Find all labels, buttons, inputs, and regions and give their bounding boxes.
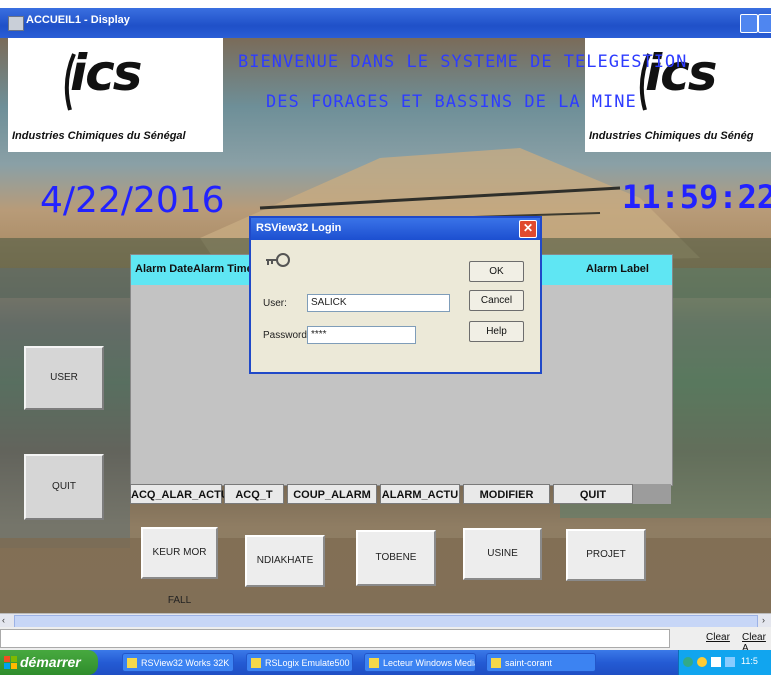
- start-label: démarrer: [20, 654, 81, 670]
- rslogix-icon: [251, 658, 261, 668]
- tray-clock: 11:5: [741, 656, 758, 666]
- user-label: User:: [263, 298, 287, 309]
- system-tray: 11:5: [678, 650, 771, 675]
- usine-button[interactable]: USINE: [463, 528, 542, 580]
- scroll-left-icon[interactable]: ‹: [2, 615, 5, 625]
- coup-alarm-button[interactable]: COUP_ALARM: [287, 484, 377, 504]
- task-saint-corant[interactable]: saint-corant: [486, 653, 596, 672]
- quit-button[interactable]: QUIT: [24, 454, 104, 520]
- alarm-label-column[interactable]: Alarm Label: [586, 263, 649, 275]
- start-button[interactable]: démarrer: [0, 650, 98, 675]
- task-label: saint-corant: [505, 658, 553, 668]
- password-field[interactable]: ****: [307, 326, 416, 344]
- password-label: Password:: [263, 330, 310, 341]
- login-dialog-titlebar[interactable]: RSView32 Login ✕: [251, 218, 540, 240]
- ok-button[interactable]: OK: [469, 261, 524, 282]
- task-windows-media[interactable]: Lecteur Windows Media: [364, 653, 476, 672]
- welcome-line-2: DES FORAGES ET BASSINS DE LA MINE: [266, 92, 637, 112]
- clear-all-button[interactable]: Clear A: [742, 632, 771, 654]
- status-row: Clear Clear A: [0, 627, 771, 654]
- projet-button[interactable]: PROJET: [566, 529, 646, 581]
- window-title: ACCUEIL1 - Display: [26, 14, 130, 26]
- date-display: 4/22/2016: [40, 180, 225, 221]
- acq-alar-actu-button[interactable]: ACQ_ALAR_ACTU: [130, 484, 229, 504]
- key-icon: [266, 253, 290, 267]
- display-background: ics Industries Chimiques du Sénégal ics …: [0, 38, 771, 613]
- rsview-icon: [127, 658, 137, 668]
- time-display: 11:59:22: [622, 178, 771, 216]
- task-label: RSLogix Emulate500 -...: [265, 658, 353, 668]
- task-rslogix[interactable]: RSLogix Emulate500 -...: [246, 653, 353, 672]
- task-label: RSView32 Works 32K: [141, 658, 230, 668]
- logo-subtitle: Industries Chimiques du Sénég: [589, 130, 754, 142]
- horizontal-scrollbar[interactable]: ‹ ›: [0, 613, 771, 628]
- alarm-quit-button[interactable]: QUIT: [553, 484, 633, 504]
- help-button[interactable]: Help: [469, 321, 524, 342]
- tray-icon[interactable]: [683, 657, 693, 667]
- tray-icon[interactable]: [711, 657, 721, 667]
- ics-logo-left: ics Industries Chimiques du Sénégal: [8, 38, 223, 152]
- acq-t-button[interactable]: ACQ_T: [224, 484, 284, 504]
- close-icon[interactable]: ✕: [519, 220, 537, 238]
- taskbar: démarrer RSView32 Works 32K RSLogix Emul…: [0, 650, 771, 675]
- tray-icon[interactable]: [725, 657, 735, 667]
- task-label: Lecteur Windows Media: [383, 658, 476, 668]
- modifier-button[interactable]: MODIFIER: [463, 484, 550, 504]
- cancel-button[interactable]: Cancel: [469, 290, 524, 311]
- minimize-icon[interactable]: [740, 14, 758, 33]
- maximize-icon[interactable]: [758, 14, 771, 33]
- app-icon: [8, 16, 24, 31]
- tray-icon[interactable]: [697, 657, 707, 667]
- folder-icon: [491, 658, 501, 668]
- media-player-icon: [369, 658, 379, 668]
- logo-swoosh: [64, 53, 76, 111]
- tobene-button[interactable]: TOBENE: [356, 530, 436, 586]
- toolbar-filler: [633, 484, 671, 504]
- alarm-date-column[interactable]: Alarm Date: [135, 263, 193, 275]
- command-line[interactable]: [0, 629, 670, 648]
- clear-button[interactable]: Clear: [706, 632, 730, 648]
- windows-flag-icon: [4, 656, 17, 669]
- user-field[interactable]: SALICK: [307, 294, 450, 312]
- login-dialog[interactable]: RSView32 Login ✕ User: SALICK Password: …: [249, 216, 542, 374]
- ndiakhate-button[interactable]: NDIAKHATE: [245, 535, 325, 587]
- task-rsview32[interactable]: RSView32 Works 32K: [122, 653, 234, 672]
- window-titlebar[interactable]: ACCUEIL1 - Display: [0, 8, 771, 38]
- user-button[interactable]: USER: [24, 346, 104, 410]
- login-dialog-title: RSView32 Login: [256, 222, 342, 234]
- keur-mor-fall-button[interactable]: KEUR MOR FALL: [141, 527, 218, 606]
- logo-text: ics: [70, 44, 143, 102]
- scroll-right-icon[interactable]: ›: [762, 615, 765, 625]
- logo-subtitle: Industries Chimiques du Sénégal: [12, 130, 186, 142]
- welcome-line-1: BIENVENUE DANS LE SYSTEME DE TELEGESTION: [238, 52, 688, 72]
- alarm-actu-button[interactable]: ALARM_ACTU: [380, 484, 460, 504]
- alarm-time-column[interactable]: Alarm Time: [193, 263, 253, 275]
